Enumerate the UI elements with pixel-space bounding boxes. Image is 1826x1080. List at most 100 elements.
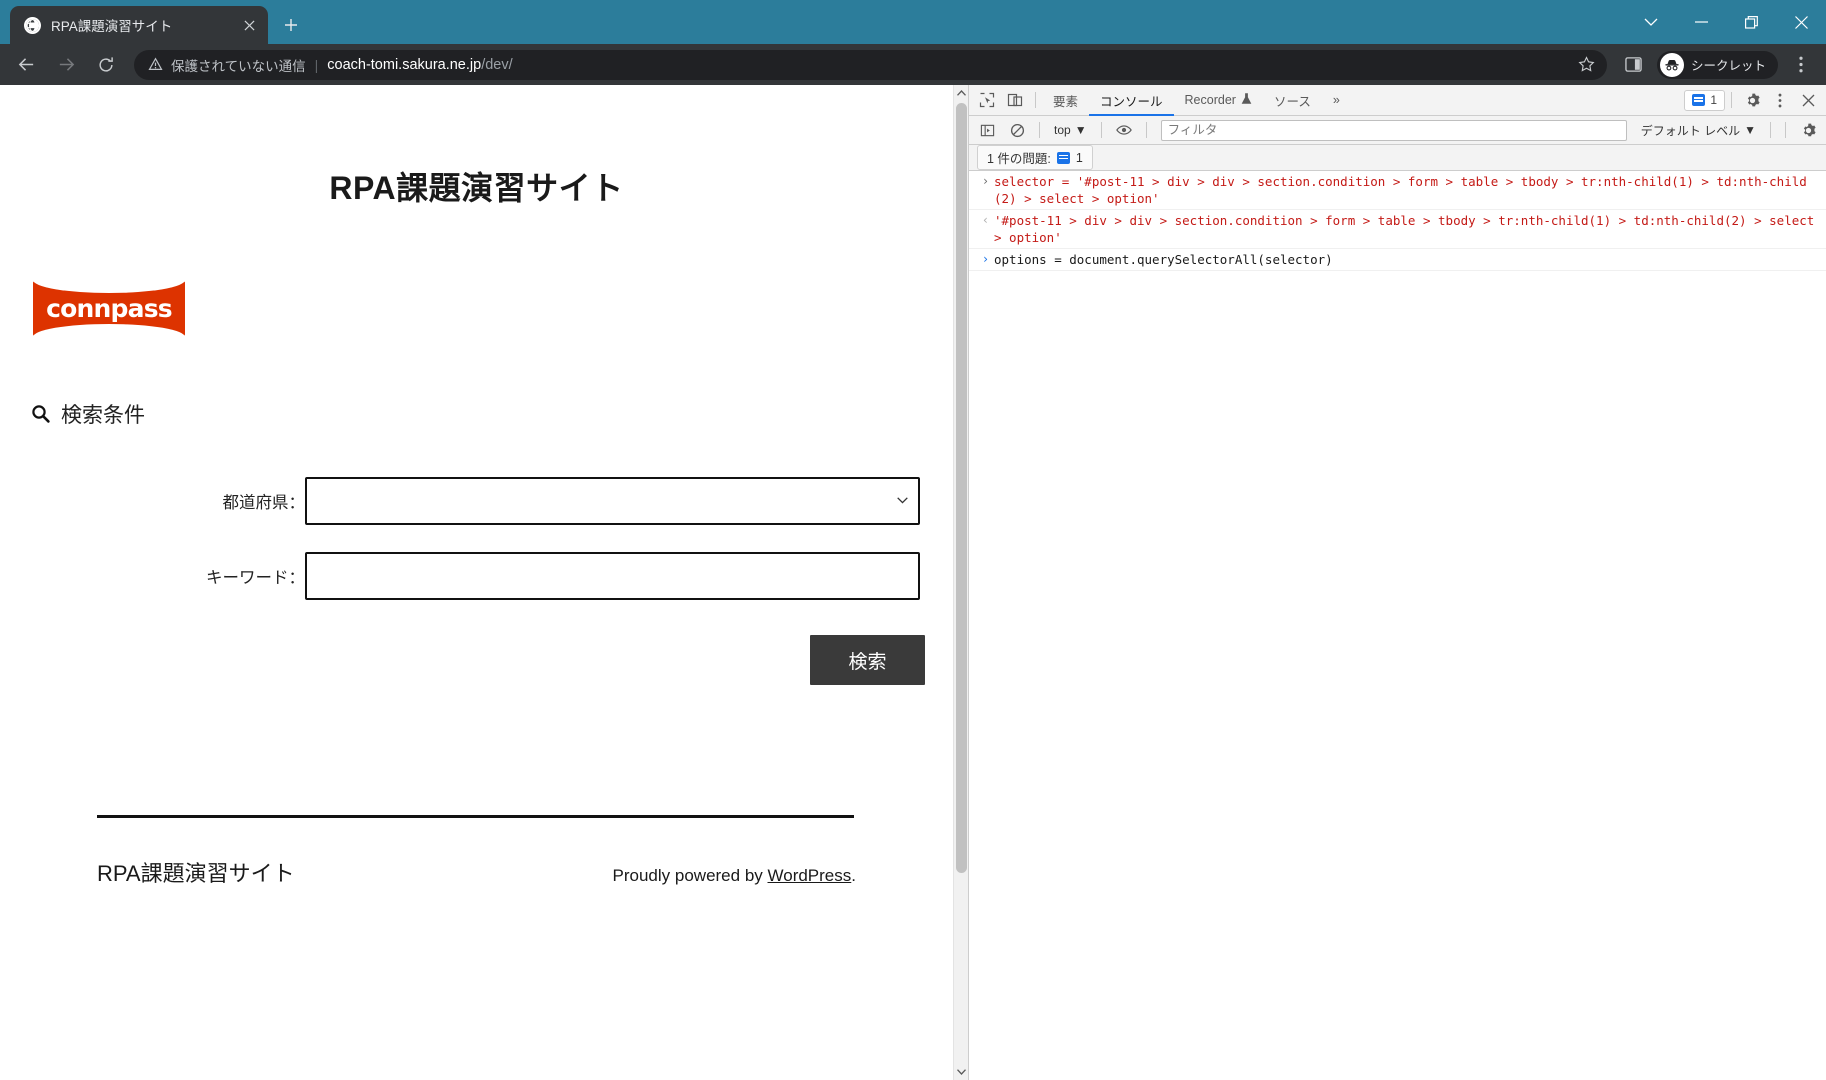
scrollbar-thumb[interactable] [956, 103, 967, 873]
prefecture-select[interactable] [305, 476, 920, 525]
omnibox-separator: | [314, 56, 319, 73]
browser-titlebar: RPA課題演習サイト [0, 0, 1826, 44]
forward-button[interactable] [50, 49, 82, 81]
footer-divider [97, 815, 854, 818]
footer-credit: Proudly powered by WordPress. [613, 866, 856, 886]
tab-recorder-label: Recorder [1184, 93, 1236, 107]
scroll-up-icon[interactable] [954, 85, 969, 101]
chevron-down-icon: ▼ [1744, 123, 1756, 137]
devtools-panel: 要素 コンソール Recorder ソース » 1 top ▼ フィルタ デフォ… [968, 85, 1826, 1080]
console-settings-gear-icon[interactable] [1794, 117, 1822, 143]
minimize-button[interactable] [1676, 0, 1726, 44]
bookmark-star-icon[interactable] [1573, 51, 1601, 79]
page-footer: RPA課題演習サイト Proudly powered by WordPress. [0, 856, 953, 888]
page-title: RPA課題演習サイト [329, 170, 624, 206]
console-toolbar-divider-4 [1770, 122, 1771, 138]
gear-icon[interactable] [1738, 87, 1766, 113]
device-toolbar-icon[interactable] [1001, 87, 1029, 113]
console-log-list[interactable]: › selector = '#post-11 > div > div > sec… [969, 171, 1826, 1080]
tab-sources[interactable]: ソース [1263, 85, 1322, 116]
tab-title: RPA課題演習サイト [51, 19, 173, 34]
search-condition-heading: 検索条件 [30, 399, 953, 429]
console-toolbar: top ▼ デフォルト レベル ▼ [969, 116, 1826, 145]
issues-counter-chip[interactable]: 1 [1684, 89, 1725, 111]
incognito-label: シークレット [1690, 59, 1766, 73]
issue-message-icon [1056, 151, 1070, 164]
restore-button[interactable] [1726, 0, 1776, 44]
issue-message-icon [1692, 94, 1706, 106]
url-path: /dev/ [481, 56, 513, 73]
clear-console-icon[interactable] [1003, 117, 1031, 143]
footer-credit-prefix: Proudly powered by [612, 866, 768, 885]
console-toolbar-divider-5 [1785, 122, 1786, 138]
devtools-menu-icon[interactable] [1766, 87, 1794, 113]
issues-banner-text: 1 件の問題: [987, 152, 1051, 166]
execution-context-label: top [1054, 123, 1071, 137]
more-tabs-button[interactable]: » [1322, 85, 1351, 116]
browser-toolbar: 保護されていない通信 | coach-tomi.sakura.ne.jp/dev… [0, 44, 1826, 85]
console-filter-input[interactable] [1160, 119, 1627, 141]
console-input-arrow-icon: › [981, 174, 990, 188]
console-line[interactable]: › selector = '#post-11 > div > div > sec… [969, 171, 1826, 210]
console-line[interactable]: ‹ '#post-11 > div > div > section.condit… [969, 210, 1826, 249]
incognito-icon [1659, 52, 1684, 77]
web-page-content: RPA課題演習サイト connpass 検索条件 都道府県： キーワード： 検索… [0, 85, 953, 1080]
form-row-prefecture: 都道府県： [0, 463, 925, 538]
browser-menu-icon[interactable] [1785, 49, 1817, 81]
log-level-select[interactable]: デフォルト レベル ▼ [1635, 122, 1762, 139]
form-row-keyword: キーワード： [0, 538, 925, 613]
flask-icon [1241, 92, 1252, 108]
footer-site-name: RPA課題演習サイト [97, 861, 295, 886]
keyword-input[interactable] [305, 551, 920, 600]
console-line-text: selector = '#post-11 > div > div > secti… [994, 174, 1807, 206]
log-level-label: デフォルト レベル [1640, 123, 1741, 138]
chevron-down-icon: ▼ [1074, 123, 1087, 137]
scroll-down-icon[interactable] [954, 1064, 969, 1080]
issues-banner-count: 1 [1075, 150, 1083, 165]
console-prompt-line[interactable]: › options = document.querySelectorAll(se… [969, 249, 1826, 271]
issues-banner[interactable]: 1 件の問題: 1 [977, 145, 1093, 170]
tab-console[interactable]: コンソール [1089, 85, 1174, 116]
console-sidebar-icon[interactable] [973, 117, 1001, 143]
back-button[interactable] [10, 49, 42, 81]
footer-credit-suffix: . [851, 866, 856, 885]
address-bar[interactable]: 保護されていない通信 | coach-tomi.sakura.ne.jp/dev… [134, 49, 1607, 80]
new-tab-button[interactable] [276, 10, 306, 40]
execution-context-select[interactable]: top ▼ [1048, 120, 1093, 141]
console-toolbar-divider-3 [1145, 122, 1147, 138]
console-toolbar-divider-2 [1100, 122, 1102, 138]
inspect-element-icon[interactable] [973, 87, 1001, 113]
url-text: coach-tomi.sakura.ne.jp/dev/ [327, 57, 512, 73]
tab-recorder[interactable]: Recorder [1174, 85, 1263, 116]
wordpress-link[interactable]: WordPress [768, 866, 852, 885]
prefecture-select-wrapper [305, 476, 920, 525]
devtools-right-divider [1731, 92, 1732, 108]
search-form-table: 都道府県： キーワード： [0, 463, 925, 613]
issues-count: 1 [1710, 93, 1717, 107]
browser-tab[interactable]: RPA課題演習サイト [10, 6, 268, 44]
console-issues-bar[interactable]: 1 件の問題: 1 [969, 145, 1826, 171]
tab-console-label: コンソール [1100, 94, 1163, 109]
search-condition-label: 検索条件 [61, 404, 145, 427]
page-scrollbar[interactable] [953, 85, 968, 1080]
chevron-down-icon[interactable] [1626, 0, 1676, 44]
reload-button[interactable] [90, 49, 122, 81]
globe-icon [24, 16, 41, 34]
url-host: coach-tomi.sakura.ne.jp [327, 56, 482, 73]
live-expression-eye-icon[interactable] [1110, 117, 1138, 143]
search-form: 都道府県： キーワード： 検索 [0, 463, 953, 685]
console-prompt-text[interactable]: options = document.querySelectorAll(sele… [994, 251, 1820, 268]
devtools-tabbar-right: 1 [1684, 87, 1826, 113]
connpass-logo: connpass [33, 280, 185, 337]
incognito-indicator[interactable]: シークレット [1656, 50, 1778, 79]
tab-elements[interactable]: 要素 [1042, 85, 1089, 116]
window-close-button[interactable] [1776, 0, 1826, 44]
browser-window: RPA課題演習サイト 保護されていない通信 | coach-tomi.sakur… [0, 0, 1826, 1080]
prefecture-label: 都道府県： [222, 493, 306, 512]
close-icon[interactable] [238, 14, 260, 36]
side-panel-icon[interactable] [1618, 49, 1650, 81]
not-secure-icon [148, 57, 163, 72]
devtools-close-icon[interactable] [1794, 87, 1822, 113]
search-submit-button[interactable]: 検索 [810, 635, 925, 685]
console-toolbar-divider-1 [1039, 122, 1040, 138]
